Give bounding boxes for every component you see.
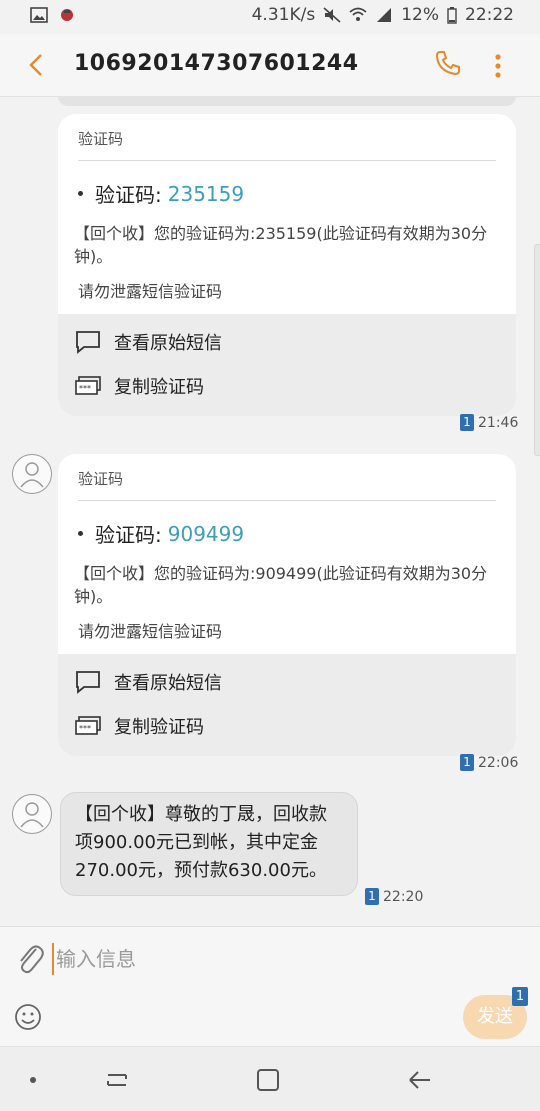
previous-card-edge — [58, 96, 516, 106]
navigation-bar — [0, 1046, 540, 1111]
gallery-icon — [30, 7, 48, 23]
app-notification-icon — [61, 9, 73, 21]
sim-badge: 1 — [460, 414, 474, 431]
svg-text:***: *** — [79, 384, 91, 393]
code-label: 验证码: — [95, 523, 162, 547]
card-warning: 请勿泄露短信验证码 — [78, 282, 223, 301]
message-bubble[interactable]: 【回个收】尊敬的丁晟，回收款项900.00元已到帐，其中定金270.00元，预付… — [60, 792, 358, 896]
copy-code-label: 复制验证码 — [114, 377, 204, 398]
home-icon[interactable] — [253, 1065, 283, 1095]
verification-code-card: 验证码 验证码: 235159 【回个收】您的验证码为:235159(此验证码有… — [58, 114, 516, 416]
code-line: 验证码: 235159 — [78, 179, 496, 208]
chat-bubble-icon — [76, 671, 100, 694]
person-icon — [20, 462, 44, 488]
clock: 22:22 — [465, 5, 514, 25]
code-line: 验证码: 909499 — [78, 519, 496, 548]
battery-level: 12% — [401, 5, 439, 25]
view-original-label: 查看原始短信 — [114, 673, 222, 694]
message-meta: 1 22:20 — [365, 888, 423, 905]
view-original-button[interactable]: 查看原始短信 — [58, 320, 516, 364]
code-label: 验证码: — [95, 183, 162, 207]
signal-icon — [377, 8, 392, 22]
recent-apps-icon[interactable] — [102, 1065, 132, 1095]
copy-code-icon: *** — [75, 376, 101, 395]
avatar[interactable] — [12, 794, 52, 834]
message-time: 22:06 — [478, 754, 519, 771]
emoji-icon[interactable] — [14, 1003, 42, 1031]
message-time: 22:20 — [383, 888, 424, 905]
copy-code-label: 复制验证码 — [114, 717, 204, 738]
card-title: 验证码 — [78, 114, 496, 161]
battery-icon — [447, 6, 457, 24]
message-input[interactable]: 输入信息 — [52, 943, 412, 975]
status-bar: 4.31K/s 12% 22:22 — [0, 0, 540, 34]
sim-badge: 1 — [365, 888, 379, 905]
sim-badge: 1 — [460, 754, 474, 771]
message-time: 21:46 — [478, 414, 519, 431]
card-actions: 查看原始短信 *** 复制验证码 — [58, 654, 516, 756]
view-original-label: 查看原始短信 — [114, 333, 222, 354]
code-value: 909499 — [167, 521, 245, 546]
wifi-icon — [349, 7, 367, 21]
svg-text:***: *** — [79, 724, 91, 733]
copy-code-icon: *** — [75, 716, 101, 735]
conversation-list[interactable]: 验证码 验证码: 235159 【回个收】您的验证码为:235159(此验证码有… — [0, 96, 540, 926]
back-icon[interactable] — [404, 1065, 434, 1095]
app-bar: 106920147307601244 — [0, 34, 540, 97]
card-actions: 查看原始短信 *** 复制验证码 — [58, 314, 516, 416]
copy-code-button[interactable]: *** 复制验证码 — [58, 364, 516, 408]
mute-icon — [323, 7, 341, 23]
copy-code-button[interactable]: *** 复制验证码 — [58, 704, 516, 748]
card-warning: 请勿泄露短信验证码 — [78, 622, 223, 641]
message-meta: 1 22:06 — [460, 754, 518, 771]
card-message: 【回个收】您的验证码为:909499(此验证码有效期为30分钟)。 — [74, 564, 488, 606]
attachment-icon[interactable] — [14, 941, 44, 975]
message-meta: 1 21:46 — [460, 414, 518, 431]
avatar[interactable] — [12, 454, 52, 494]
verification-code-card: 验证码 验证码: 909499 【回个收】您的验证码为:909499(此验证码有… — [58, 454, 516, 756]
dot-icon[interactable] — [18, 1065, 48, 1095]
more-options-icon[interactable] — [488, 52, 508, 80]
code-value: 235159 — [167, 181, 245, 206]
scrollbar[interactable] — [534, 244, 540, 456]
send-sim-badge: 1 — [512, 987, 528, 1006]
composer: 输入信息 发送 1 — [0, 926, 540, 1047]
back-arrow-icon[interactable] — [22, 50, 52, 80]
person-icon — [20, 802, 44, 828]
conversation-title: 106920147307601244 — [74, 51, 359, 76]
card-title: 验证码 — [78, 454, 496, 501]
bullet — [78, 191, 83, 196]
card-message: 【回个收】您的验证码为:235159(此验证码有效期为30分钟)。 — [74, 224, 488, 266]
bullet — [78, 531, 83, 536]
phone-icon[interactable] — [434, 49, 462, 77]
view-original-button[interactable]: 查看原始短信 — [58, 660, 516, 704]
chat-bubble-icon — [76, 331, 100, 354]
network-speed: 4.31K/s — [251, 5, 316, 25]
